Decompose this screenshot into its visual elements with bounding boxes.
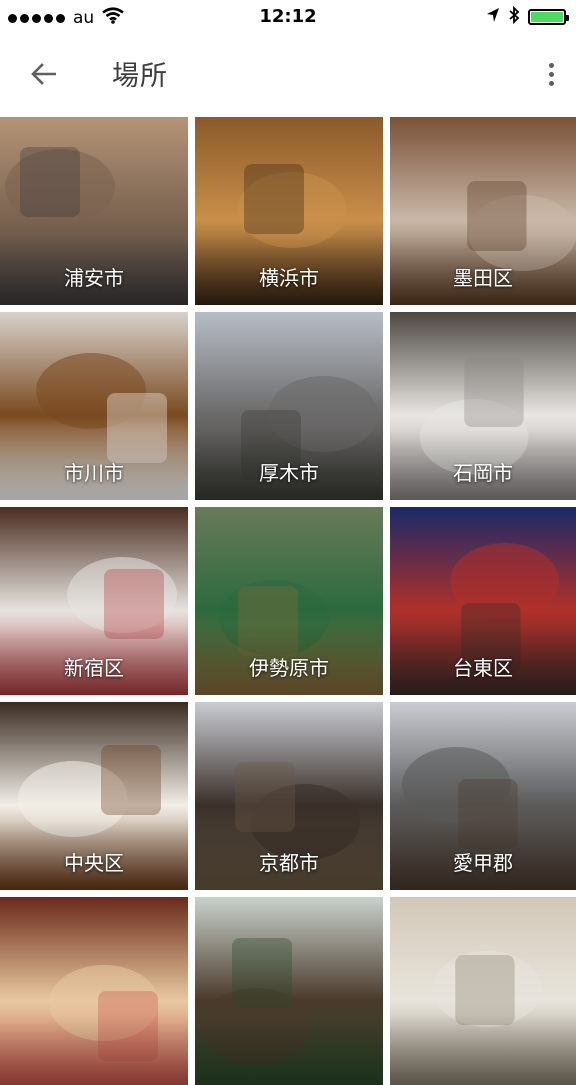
- place-tile[interactable]: 市川市: [0, 312, 188, 500]
- place-label: 厚木市: [259, 461, 319, 485]
- battery-icon: [528, 9, 569, 25]
- place-label: 新宿区: [64, 656, 124, 680]
- location-arrow-icon: [486, 7, 500, 27]
- status-right: [486, 5, 569, 28]
- bluetooth-icon: [508, 5, 520, 28]
- place-tile[interactable]: 浦安市: [0, 117, 188, 305]
- place-tile[interactable]: 伊勢原市: [195, 507, 383, 695]
- place-label: 墨田区: [453, 266, 513, 290]
- place-label: 京都市: [259, 851, 319, 875]
- place-tile[interactable]: 墨田区: [390, 117, 576, 305]
- place-label: 愛甲郡: [453, 851, 513, 875]
- more-options-button[interactable]: [544, 53, 558, 95]
- place-tile[interactable]: 厚木市: [195, 312, 383, 500]
- place-label: 台東区: [453, 656, 513, 680]
- place-label: 伊勢原市: [249, 656, 329, 680]
- place-tile[interactable]: 京都市: [195, 702, 383, 890]
- place-tile[interactable]: 中央区: [0, 702, 188, 890]
- place-label: 浦安市: [64, 266, 124, 290]
- place-label: 中央区: [64, 851, 124, 875]
- place-tile[interactable]: 台東区: [390, 507, 576, 695]
- place-tile[interactable]: 愛甲郡: [390, 702, 576, 890]
- page-title: 場所: [112, 61, 168, 92]
- place-tile[interactable]: [195, 897, 383, 1085]
- place-tile[interactable]: 石岡市: [390, 312, 576, 500]
- more-vert-icon: [548, 62, 554, 68]
- arrow-back-icon: [31, 63, 56, 85]
- place-label: 石岡市: [453, 461, 513, 485]
- place-tile[interactable]: [390, 897, 576, 1085]
- place-tile[interactable]: [0, 897, 188, 1085]
- app-bar: 場所: [0, 32, 576, 114]
- back-button[interactable]: [22, 53, 64, 95]
- place-tile[interactable]: 横浜市: [195, 117, 383, 305]
- place-label: 横浜市: [259, 266, 319, 290]
- status-bar: au 12:12: [0, 0, 576, 32]
- place-tile[interactable]: 新宿区: [0, 507, 188, 695]
- place-label: 市川市: [64, 461, 124, 485]
